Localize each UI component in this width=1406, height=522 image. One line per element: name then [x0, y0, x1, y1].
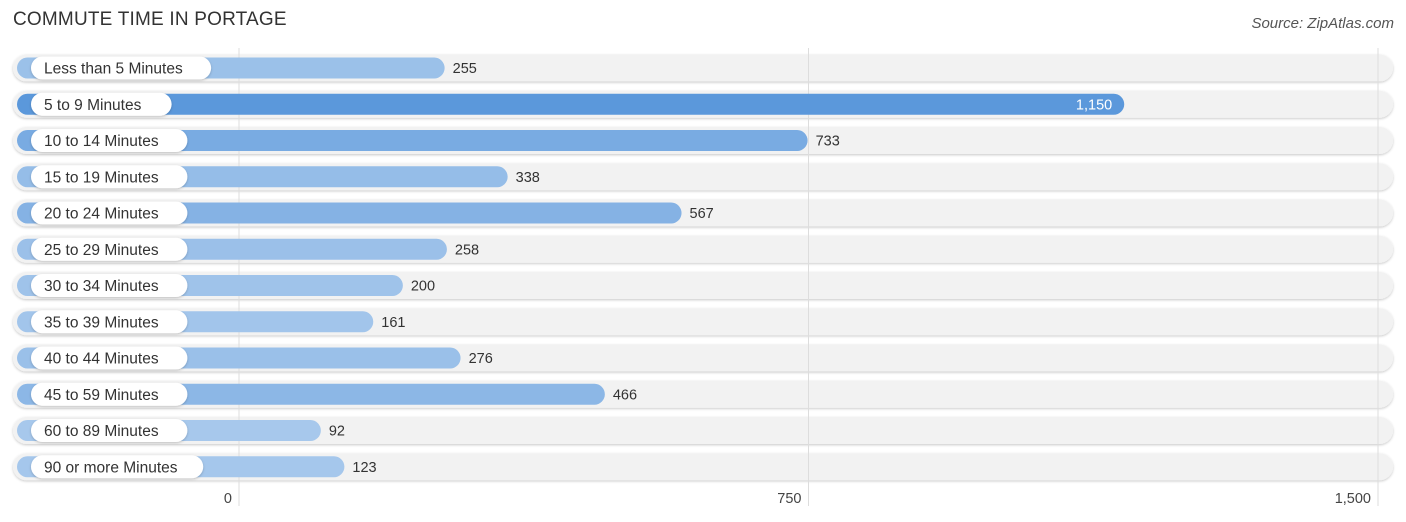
value-label: 1,150 [1076, 97, 1112, 113]
value-label: 92 [329, 424, 345, 440]
value-label: 258 [455, 242, 479, 258]
value-label: 161 [381, 315, 405, 331]
category-label: 35 to 39 Minutes [44, 314, 159, 331]
x-tick-label: 0 [224, 491, 232, 507]
category-label: 15 to 19 Minutes [44, 169, 159, 186]
value-label: 567 [690, 206, 714, 222]
bar-chart: Less than 5 Minutes 255 5 to 9 Minutes 1,15… [13, 48, 1393, 507]
value-label: 200 [411, 279, 435, 295]
bar[interactable] [17, 93, 1125, 115]
category-label: 5 to 9 Minutes [44, 97, 142, 114]
value-label: 338 [516, 170, 540, 186]
category-label: 60 to 89 Minutes [44, 423, 159, 440]
category-label: 90 or more Minutes [44, 459, 178, 476]
category-label: 30 to 34 Minutes [44, 278, 159, 295]
x-tick-label: 750 [777, 491, 801, 507]
x-tick-label: 1,500 [1335, 491, 1371, 507]
value-label: 733 [816, 134, 840, 150]
value-label: 276 [469, 351, 493, 367]
category-label: 20 to 24 Minutes [44, 206, 159, 223]
category-label: 10 to 14 Minutes [44, 133, 159, 150]
category-label: Less than 5 Minutes [44, 61, 183, 78]
category-label: 40 to 44 Minutes [44, 351, 159, 368]
category-label: 25 to 29 Minutes [44, 242, 159, 259]
value-label: 255 [453, 61, 477, 77]
value-label: 123 [352, 460, 376, 476]
category-label: 45 to 59 Minutes [44, 387, 159, 404]
value-label: 466 [613, 387, 637, 403]
